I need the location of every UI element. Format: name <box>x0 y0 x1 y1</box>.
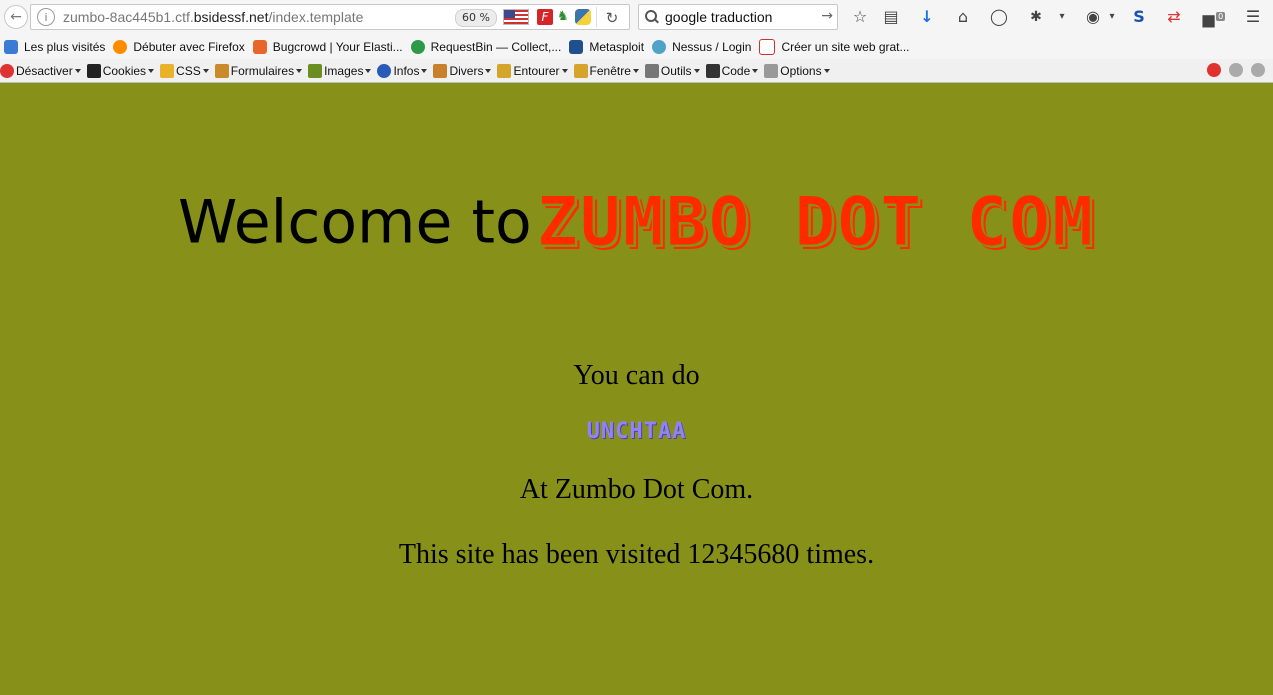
search-bar[interactable]: google traduction → <box>638 4 838 30</box>
chevron-down-icon <box>752 68 759 73</box>
welcome-text: Welcome to <box>177 187 532 258</box>
addon-badge-icon[interactable]: ■ 0 <box>1201 7 1226 29</box>
devbar-info[interactable]: Infos <box>377 63 428 78</box>
misc-icon <box>433 63 448 78</box>
bookmark-most-visited[interactable]: Les plus visités <box>4 39 105 54</box>
action-logo-text: UNCHTAA <box>586 419 687 444</box>
disable-icon <box>0 63 14 78</box>
bookmarks-toolbar: Les plus visités Débuter avec Firefox Bu… <box>0 34 1273 59</box>
outline-icon <box>497 63 512 78</box>
search-input[interactable]: google traduction <box>665 9 772 25</box>
zoom-level-badge[interactable]: 60 % <box>455 9 497 27</box>
you-can-do-text: You can do <box>573 360 700 391</box>
addon-animal-icon[interactable]: ♞ <box>557 9 573 25</box>
downloads-icon[interactable]: ↓ <box>917 7 937 27</box>
menu-icon[interactable]: ☰ <box>1243 7 1263 27</box>
zumbo-logo: ZUMBO DOT COM <box>536 183 1096 263</box>
devbar-maximize-icon[interactable] <box>1251 63 1265 77</box>
nessus-icon <box>652 39 667 54</box>
addon-hat-icon[interactable]: ◉ <box>1083 7 1103 27</box>
addon-dropdown-icon[interactable]: ▾ <box>1052 7 1072 27</box>
url-separator <box>596 7 597 27</box>
page-content: Welcome to ZUMBO DOT COM You can do UNCH… <box>0 83 1273 695</box>
addon-swap-icon[interactable]: ⇄ <box>1164 7 1184 27</box>
chevron-down-icon <box>148 68 155 73</box>
devbar-css[interactable]: CSS <box>160 63 209 78</box>
metasploit-icon <box>569 39 584 54</box>
chevron-down-icon <box>632 68 639 73</box>
site-info-icon[interactable]: i <box>37 8 55 26</box>
options-icon <box>764 63 779 78</box>
bookmark-metasploit[interactable]: Metasploit <box>569 39 644 54</box>
addon-f-icon[interactable]: F <box>537 9 553 25</box>
url-text[interactable]: zumbo-8ac445b1.ctf.bsidessf.net/index.te… <box>63 9 363 25</box>
devbar-forms[interactable]: Formulaires <box>214 63 303 78</box>
page-title: Welcome to ZUMBO DOT COM <box>0 183 1273 263</box>
requestbin-icon <box>410 39 425 54</box>
chevron-down-icon <box>421 68 428 73</box>
devbar-misc[interactable]: Divers <box>433 63 492 78</box>
chevron-down-icon <box>693 68 700 73</box>
addon-s-icon[interactable]: S <box>1129 7 1149 27</box>
home-icon[interactable]: ⌂ <box>953 7 973 27</box>
addon-hat-dropdown-icon[interactable]: ▾ <box>1102 7 1122 27</box>
chevron-down-icon <box>202 68 209 73</box>
bookmarks-list-icon[interactable]: ▤ <box>881 7 901 27</box>
bookmark-requestbin[interactable]: RequestBin — Collect,... <box>410 39 561 54</box>
css-icon <box>160 63 175 78</box>
devbar-options[interactable]: Options <box>764 63 830 78</box>
images-icon <box>308 63 323 78</box>
devbar-disable[interactable]: Désactiver <box>0 63 81 78</box>
action-logo: UNCHTAA <box>0 419 1273 444</box>
devbar-code[interactable]: Code <box>705 63 759 78</box>
firefox-icon <box>113 39 128 54</box>
devbar-minimize-icon[interactable] <box>1229 63 1243 77</box>
bookmark-nessus[interactable]: Nessus / Login <box>652 39 751 54</box>
chevron-down-icon <box>561 68 568 73</box>
devbar-close-icon[interactable] <box>1207 63 1221 77</box>
bookmark-getting-started[interactable]: Débuter avec Firefox <box>113 39 245 54</box>
bookmark-create-site[interactable]: Créer un site web grat... <box>759 38 910 55</box>
window-icon <box>573 63 588 78</box>
chevron-down-icon <box>823 68 830 73</box>
chevron-down-icon <box>296 68 303 73</box>
devbar-cookies[interactable]: Cookies <box>86 63 155 78</box>
us-flag-icon[interactable] <box>503 9 529 25</box>
devbar-images[interactable]: Images <box>308 63 372 78</box>
chevron-down-icon <box>74 68 81 73</box>
chevron-down-icon <box>485 68 492 73</box>
bookmark-star-icon[interactable]: ☆ <box>850 7 870 27</box>
visit-counter-text: This site has been visited 12345680 time… <box>398 539 875 570</box>
web-developer-toolbar: Désactiver Cookies CSS Formulaires Image… <box>0 59 1273 83</box>
addon-gear-icon[interactable]: ✱ <box>1026 7 1046 27</box>
pocket-icon[interactable]: ◯ <box>989 7 1009 27</box>
code-icon <box>705 63 720 78</box>
most-visited-icon <box>4 39 18 54</box>
python-icon[interactable] <box>575 9 591 25</box>
reload-icon[interactable]: ↻ <box>603 9 621 27</box>
devbar-outline[interactable]: Entourer <box>497 63 568 78</box>
back-button[interactable]: ← <box>4 5 28 29</box>
chevron-down-icon <box>365 68 372 73</box>
cookies-icon <box>86 63 101 78</box>
bookmark-bugcrowd[interactable]: Bugcrowd | Your Elasti... <box>252 39 403 54</box>
at-zumbo-text: At Zumbo Dot Com. <box>519 474 754 505</box>
search-go-arrow-icon[interactable]: → <box>821 8 833 24</box>
tools-icon <box>644 63 659 78</box>
search-icon <box>645 10 659 24</box>
info-icon <box>377 63 392 78</box>
forms-icon <box>214 63 229 78</box>
create-site-icon <box>759 38 776 55</box>
devbar-tools[interactable]: Outils <box>644 63 700 78</box>
devbar-window[interactable]: Fenêtre <box>573 63 639 78</box>
url-bar[interactable]: i zumbo-8ac445b1.ctf.bsidessf.net/index.… <box>30 4 630 30</box>
bugcrowd-icon <box>252 39 267 54</box>
